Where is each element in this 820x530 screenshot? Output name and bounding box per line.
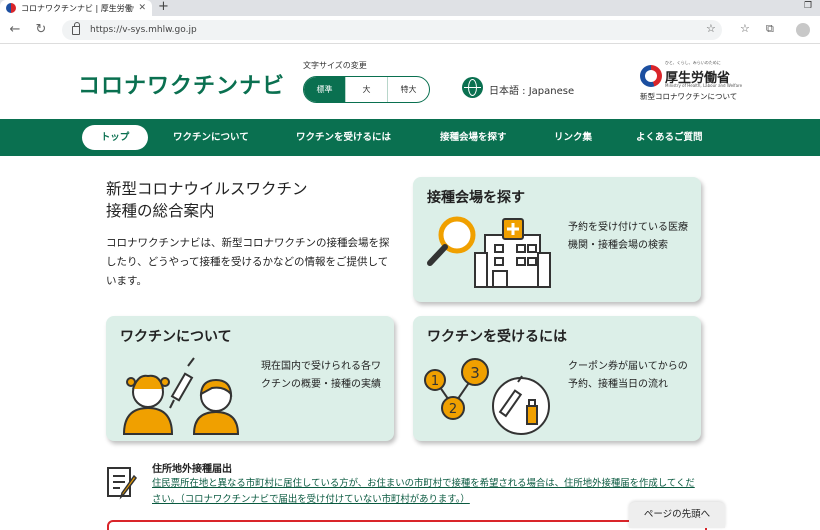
favicon-icon [6,3,16,13]
browser-toolbar: ← ↻ https://v-sys.mhlw.go.jp ☆ ☆ ⧉ [0,16,820,44]
font-size-switcher: 標準 大 特大 [303,76,430,103]
card-about-vaccine-title: ワクチンについて [120,329,232,345]
browser-tab[interactable]: コロナワクチンナビ | 厚生労働省 ✕ [0,0,152,16]
favorite-star-icon[interactable]: ☆ [706,22,716,35]
hospital-icon [474,218,551,288]
font-size-large-button[interactable]: 大 [346,77,388,102]
favorites-list-icon[interactable]: ☆ [740,22,750,35]
globe-icon [462,77,483,98]
ministry-subtitle[interactable]: 新型コロナワクチンについて [640,91,737,102]
font-size-label: 文字サイズの変更 [303,61,367,70]
main-navigation: トップ ワクチンについて ワクチンを受けるには 接種会場を探す リンク集 よくあ… [0,119,820,156]
language-selector[interactable]: 日本語 : Japanese [489,82,574,97]
card-find-venue[interactable]: 接種会場を探す 予約を受け付けている医療機関・接種会場の検索 [413,177,701,302]
url-text: https://v-sys.mhlw.go.jp [90,25,197,35]
site-logo[interactable]: コロナワクチンナビ [78,68,285,100]
svg-text:3: 3 [470,364,480,382]
nav-faq[interactable]: よくあるご質問 [636,119,703,156]
back-button[interactable]: ← [6,21,24,39]
vaccine-vial-icon [492,375,550,435]
ministry-english-name: Ministry of Health, Labour and Welfare [665,83,743,88]
card-about-vaccine[interactable]: ワクチンについて 現在国内で受けられる各ワクチンの概要・接種の実績 [106,316,394,441]
steps-icon: 1 2 3 [424,358,489,420]
nav-links[interactable]: リンク集 [554,119,592,156]
hospital-search-illustration [427,216,551,288]
svg-text:1: 1 [431,374,439,389]
alert-box [107,520,707,530]
font-size-standard-button[interactable]: 標準 [304,77,346,102]
address-bar[interactable]: https://v-sys.mhlw.go.jp [62,20,722,40]
page-top-button[interactable]: ページの先頭へ [629,502,725,528]
card-about-vaccine-desc: 現在国内で受けられる各ワクチンの概要・接種の実績 [261,361,381,390]
card-how-to-receive-title: ワクチンを受けるには [427,329,567,345]
syringe-icon [169,357,195,409]
tab-title: コロナワクチンナビ | 厚生労働省 [21,3,135,13]
page-description: コロナワクチンナビは、新型コロナワクチンの接種会場を探したり、どうやって接種を受… [106,237,390,287]
card-find-venue-desc: 予約を受け付けている医療機関・接種会場の検索 [568,222,688,251]
restore-window-icon[interactable]: ❐ [804,1,812,11]
new-tab-button[interactable]: + [158,0,169,14]
card-how-to-receive-desc: クーポン券が届いてからの予約、接種当日の流れ [568,361,688,390]
notice-link[interactable]: 住民票所在地と異なる市町村に居住している方が、お住まいの市町村で接種を希望される… [152,476,697,508]
document-pen-icon [107,467,137,500]
nav-top[interactable]: トップ [82,125,148,150]
ministry-tagline: ひと、くらし、みらいのために [665,60,721,65]
card-how-to-receive[interactable]: ワクチンを受けるには 1 2 3 クーポン券が届いてからの予約、接種当日の流れ [413,316,701,441]
browser-tab-bar: コロナワクチンナビ | 厚生労働省 ✕ + ❐ [0,0,820,16]
ministry-logo-icon [640,65,662,87]
profile-avatar[interactable] [796,23,810,37]
lock-icon [72,21,80,35]
page-title: 新型コロナウイルスワクチン 接種の総合案内 [106,178,308,222]
nav-find-venue[interactable]: 接種会場を探す [440,119,507,156]
family-vaccine-illustration [122,357,240,435]
close-tab-icon[interactable]: ✕ [138,3,146,13]
notice-title: 住所地外接種届出 [152,464,232,475]
page-title-line2: 接種の総合案内 [106,202,215,220]
magnifier-icon [427,216,476,266]
card-find-venue-title: 接種会場を探す [427,190,525,206]
nav-how-to-receive[interactable]: ワクチンを受けるには [296,119,391,156]
page-title-line1: 新型コロナウイルスワクチン [106,180,308,198]
steps-illustration: 1 2 3 [424,358,550,435]
reload-button[interactable]: ↻ [32,21,50,39]
nav-about-vaccine[interactable]: ワクチンについて [173,119,249,156]
svg-text:2: 2 [449,402,457,417]
font-size-xlarge-button[interactable]: 特大 [388,77,429,102]
collections-icon[interactable]: ⧉ [766,22,774,36]
